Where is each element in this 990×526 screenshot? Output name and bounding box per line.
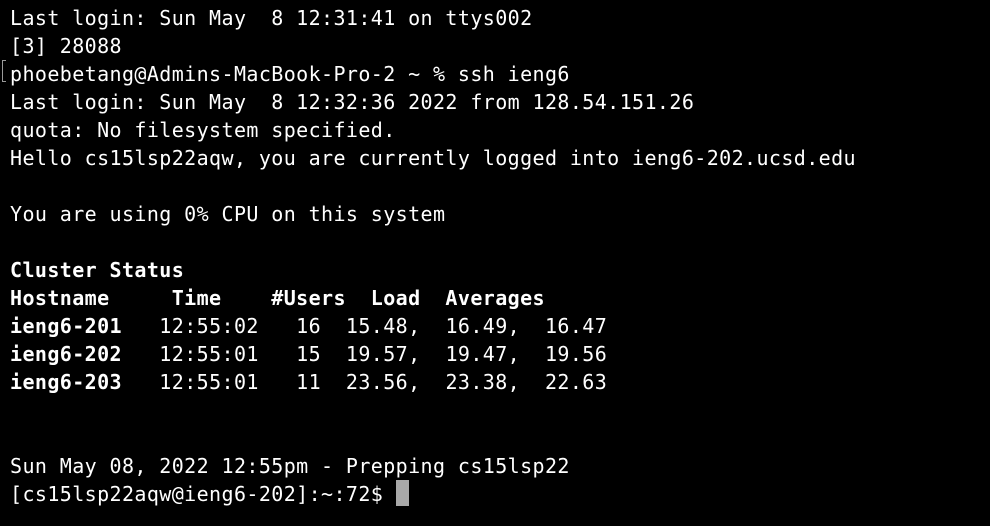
cluster-row-ieng6-202: ieng6-202 12:55:01 15 19.57, 19.47, 19.5…	[10, 340, 990, 368]
job-id-line: [3] 28088	[10, 34, 122, 58]
cluster-row-text: ieng6-202 12:55:01 15 19.57, 19.47, 19.5…	[10, 342, 607, 366]
terminal-window[interactable]: Last login: Sun May 8 12:31:41 on ttys00…	[0, 0, 990, 526]
load-values-cell: 12:55:02 16 15.48, 16.49, 16.47	[121, 314, 608, 338]
shell-prompt: [cs15lsp22aqw@ieng6-202]:~:72$	[10, 482, 384, 506]
cursor-block[interactable]	[396, 480, 410, 506]
cluster-row-ieng6-201: ieng6-201 12:55:02 16 15.48, 16.49, 16.4…	[10, 312, 990, 340]
load-values-cell: 12:55:01 11 23.56, 23.38, 22.63	[121, 370, 608, 394]
quota-line: quota: No filesystem specified.	[10, 118, 396, 142]
hello-line: Hello cs15lsp22aqw, you are currently lo…	[10, 146, 856, 170]
hostname-cell: ieng6-201	[10, 314, 122, 338]
ssh-command-line: phoebetang@Admins-MacBook-Pro-2 ~ % ssh …	[10, 62, 570, 86]
cluster-table-header: Hostname Time #Users Load Averages	[10, 286, 545, 310]
cpu-usage-line: You are using 0% CPU on this system	[10, 202, 446, 226]
cluster-status-heading: Cluster Status	[10, 258, 185, 282]
last-login-remote-line: Last login: Sun May 8 12:32:36 2022 from…	[10, 90, 695, 114]
shell-prompt-line[interactable]: [cs15lsp22aqw@ieng6-202]:~:72$	[10, 480, 990, 508]
command-mark-icon	[2, 60, 6, 82]
load-values-cell: 12:55:01 15 19.57, 19.47, 19.56	[121, 342, 608, 366]
hostname-cell: ieng6-202	[10, 342, 122, 366]
prepping-line: Sun May 08, 2022 12:55pm - Prepping cs15…	[10, 454, 570, 478]
hostname-cell: ieng6-203	[10, 370, 122, 394]
last-login-local-line: Last login: Sun May 8 12:31:41 on ttys00…	[10, 6, 533, 30]
cluster-row-text: ieng6-203 12:55:01 11 23.56, 23.38, 22.6…	[10, 370, 607, 394]
cluster-row-text: ieng6-201 12:55:02 16 15.48, 16.49, 16.4…	[10, 314, 607, 338]
cluster-row-ieng6-203: ieng6-203 12:55:01 11 23.56, 23.38, 22.6…	[10, 368, 990, 396]
